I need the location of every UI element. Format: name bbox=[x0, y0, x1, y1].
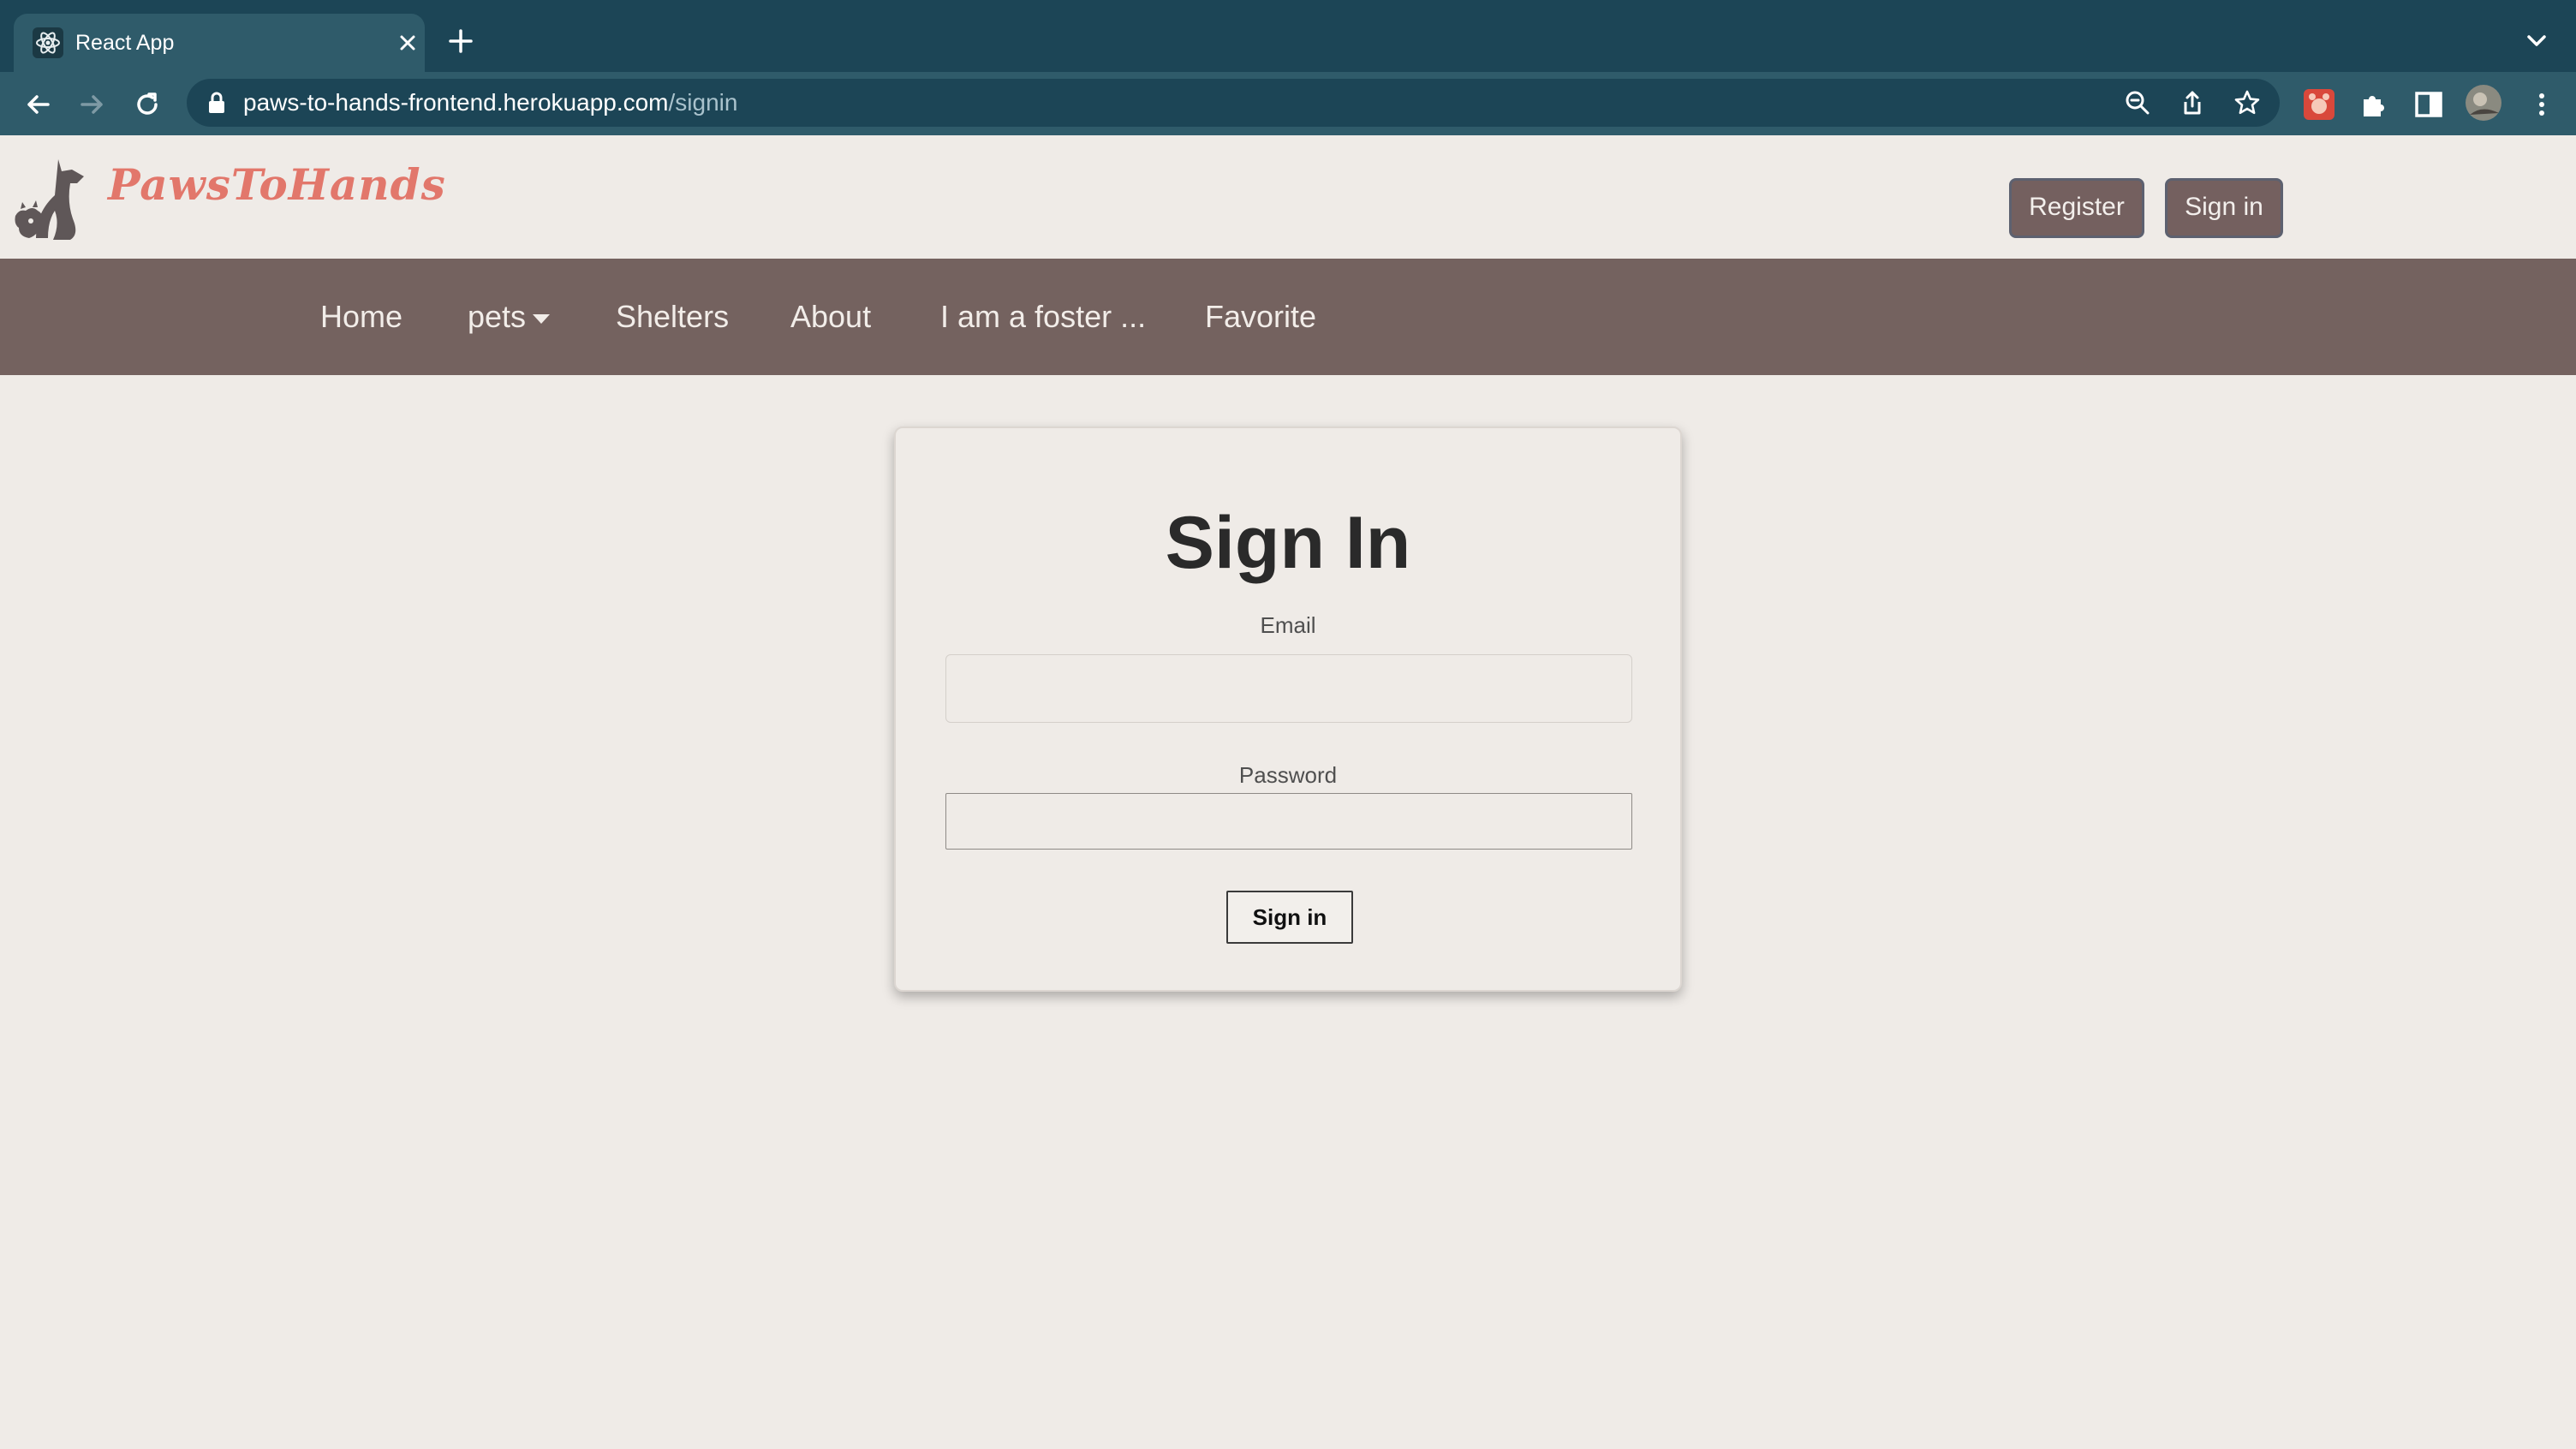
tab-title: React App bbox=[75, 31, 175, 55]
reload-icon[interactable] bbox=[130, 87, 164, 122]
url-path: /signin bbox=[668, 89, 738, 116]
new-tab-icon[interactable] bbox=[445, 26, 476, 57]
url-text[interactable]: paws-to-hands-frontend.herokuapp.com/sig… bbox=[243, 87, 737, 118]
more-menu-icon[interactable] bbox=[2525, 87, 2559, 122]
url-host: paws-to-hands-frontend.herokuapp.com bbox=[243, 89, 669, 116]
side-panel-icon[interactable] bbox=[2412, 87, 2446, 122]
browser-tabstrip: React App bbox=[0, 0, 2576, 72]
lock-icon[interactable] bbox=[207, 92, 226, 114]
react-favicon-icon bbox=[33, 27, 63, 58]
extension-app-icon[interactable] bbox=[2302, 87, 2336, 122]
bookmark-star-icon[interactable] bbox=[2233, 89, 2261, 116]
puzzle-extensions-icon[interactable] bbox=[2357, 87, 2391, 122]
email-label: Email bbox=[1260, 612, 1316, 638]
register-button[interactable]: Register bbox=[2009, 178, 2144, 238]
main-navbar: Home pets Shelters About I am a foster .… bbox=[0, 259, 2576, 375]
address-bar[interactable]: paws-to-hands-frontend.herokuapp.com/sig… bbox=[187, 79, 2280, 127]
nav-pets-label: pets bbox=[468, 299, 527, 334]
share-icon[interactable] bbox=[2179, 89, 2206, 116]
password-field[interactable] bbox=[945, 793, 1632, 850]
password-label: Password bbox=[1238, 762, 1338, 788]
zoom-icon[interactable] bbox=[2124, 89, 2151, 116]
browser-tab[interactable]: React App bbox=[14, 14, 425, 72]
nav-favorite[interactable]: Favorite bbox=[1205, 295, 1316, 339]
header-signin-button[interactable]: Sign in bbox=[2165, 178, 2283, 238]
forward-arrow-icon[interactable] bbox=[75, 87, 110, 122]
signin-submit-button[interactable]: Sign in bbox=[1226, 891, 1353, 944]
nav-pets-dropdown[interactable]: pets bbox=[468, 295, 551, 339]
email-field[interactable] bbox=[945, 654, 1632, 723]
nav-about[interactable]: About bbox=[790, 295, 871, 339]
chevron-down-icon[interactable] bbox=[2521, 29, 2552, 53]
nav-shelters[interactable]: Shelters bbox=[616, 295, 729, 339]
nav-home[interactable]: Home bbox=[320, 295, 402, 339]
signin-title: Sign In bbox=[1165, 502, 1411, 584]
browser-toolbar: paws-to-hands-frontend.herokuapp.com/sig… bbox=[0, 72, 2576, 135]
profile-avatar-icon[interactable] bbox=[2465, 84, 2502, 122]
back-arrow-icon[interactable] bbox=[21, 87, 55, 122]
brand-name[interactable]: PawsToHands bbox=[108, 159, 446, 210]
site-header: PawsToHands Register Sign in bbox=[0, 135, 2576, 259]
caret-down-icon bbox=[533, 313, 551, 324]
nav-foster[interactable]: I am a foster ... bbox=[940, 295, 1146, 339]
dog-cat-logo-icon[interactable] bbox=[10, 152, 96, 242]
close-icon[interactable] bbox=[394, 29, 421, 57]
signin-card: Sign In Email Password Sign in bbox=[894, 426, 1682, 992]
